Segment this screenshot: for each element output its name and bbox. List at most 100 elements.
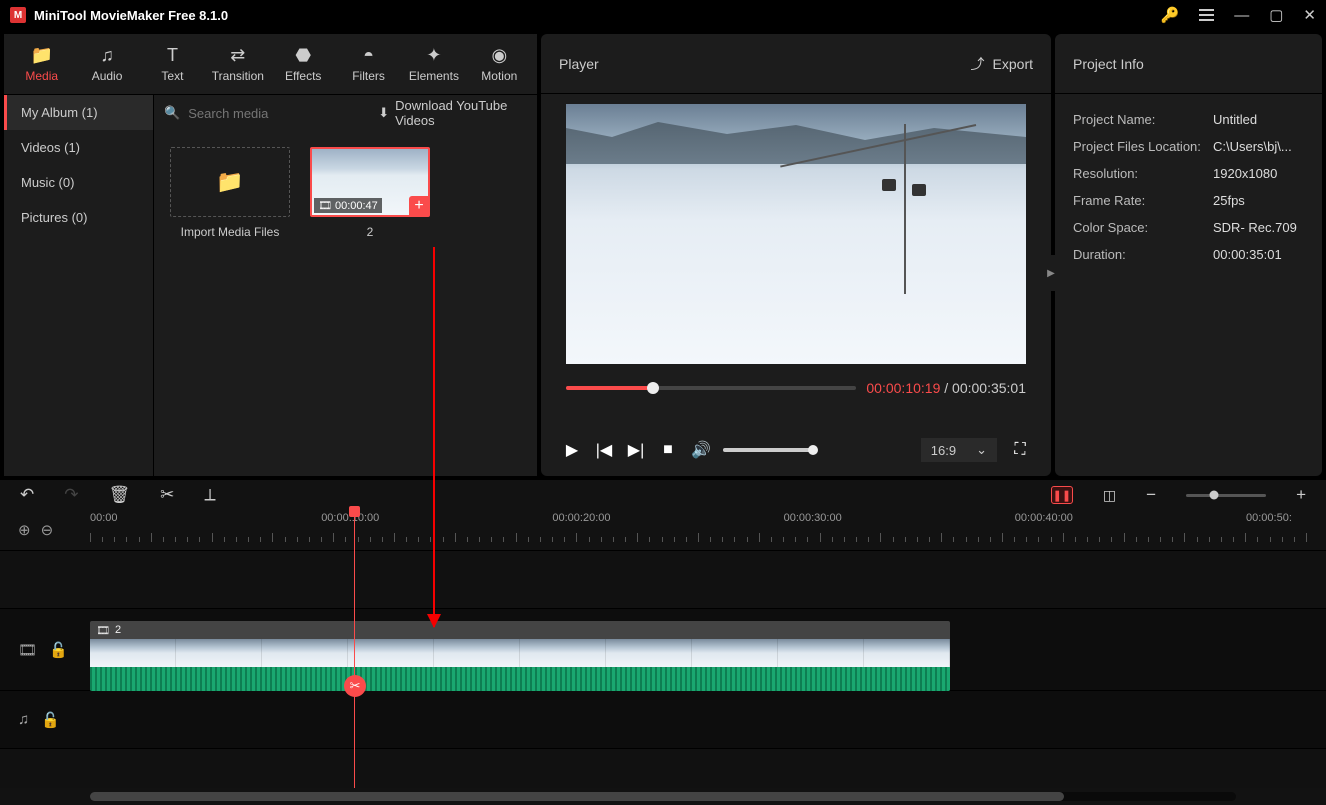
sidebar-item-music[interactable]: Music (0) — [4, 165, 153, 200]
info-value: 1920x1080 — [1213, 166, 1277, 181]
zoom-out-button[interactable]: − — [1146, 485, 1156, 505]
tab-label: Audio — [92, 69, 123, 83]
zoom-in-button[interactable]: + — [1296, 485, 1306, 505]
timeline-toolbar: ↶ ↷ 🗑 ✂ ⟂ ❚❚ ◫ − + — [0, 480, 1326, 510]
info-label: Project Name: — [1073, 112, 1213, 127]
project-info-panel: Project Info Project Name:Untitled Proje… — [1055, 34, 1322, 476]
tab-label: Text — [161, 69, 183, 83]
info-label: Resolution: — [1073, 166, 1213, 181]
volume-icon[interactable]: 🔊 — [691, 440, 709, 460]
motion-icon: ◉ — [491, 45, 507, 65]
info-value: 00:00:35:01 — [1213, 247, 1282, 262]
download-youtube-button[interactable]: ⬇ Download YouTube Videos — [372, 95, 527, 131]
audio-track-icon: ♫ — [18, 711, 29, 728]
aspect-ratio-select[interactable]: 16:9 ⌄ — [921, 438, 997, 462]
tab-media[interactable]: 📁 Media — [9, 40, 74, 88]
play-button[interactable]: ▶ — [563, 440, 581, 460]
text-icon: T — [167, 45, 178, 65]
tab-text[interactable]: T Text — [140, 40, 205, 88]
volume-slider[interactable] — [723, 448, 813, 452]
film-icon: 🎞 — [96, 624, 110, 637]
tab-label: Elements — [409, 69, 459, 83]
autofit-button[interactable]: ◫ — [1103, 487, 1116, 504]
module-tabs: 📁 Media ♫ Audio T Text ⇄ Transition ⬣ Ef… — [4, 34, 537, 94]
stop-button[interactable]: ■ — [659, 441, 677, 459]
folder-icon: 📁 — [216, 169, 243, 195]
sidebar-item-pictures[interactable]: Pictures (0) — [4, 200, 153, 235]
effects-icon: ⬣ — [295, 45, 311, 65]
search-icon: 🔍 — [164, 105, 180, 121]
sidebar-item-videos[interactable]: Videos (1) — [4, 130, 153, 165]
tab-label: Filters — [352, 69, 385, 83]
fullscreen-button[interactable]: ⛶ — [1011, 441, 1029, 459]
sidebar-item-myalbum[interactable]: My Album (1) — [4, 95, 153, 130]
timeline-clip[interactable]: 🎞 2 — [90, 621, 950, 691]
undo-button[interactable]: ↶ — [20, 485, 34, 505]
tab-label: Media — [25, 69, 58, 83]
tab-label: Effects — [285, 69, 321, 83]
search-media-input[interactable] — [188, 106, 364, 121]
clip-duration-badge: 🎞 00:00:47 — [314, 198, 382, 213]
export-button[interactable]: ⤴ Export — [971, 54, 1033, 74]
media-clip-thumbnail[interactable]: 🎞 00:00:47 + — [310, 147, 430, 217]
folder-icon: 📁 — [30, 45, 52, 65]
app-title: MiniTool MovieMaker Free 8.1.0 — [34, 8, 1161, 23]
tab-elements[interactable]: ✦ Elements — [401, 40, 466, 88]
timeline-scrollbar[interactable] — [90, 792, 1236, 801]
filters-icon: ◓ — [363, 45, 374, 65]
audio-track[interactable] — [90, 691, 1326, 748]
clip-name: 2 — [367, 225, 374, 239]
tab-audio[interactable]: ♫ Audio — [74, 40, 139, 88]
playhead[interactable]: ✂ — [354, 510, 355, 788]
info-label: Frame Rate: — [1073, 193, 1213, 208]
next-frame-button[interactable]: ▶| — [627, 440, 645, 460]
remove-track-button[interactable]: ⊖ — [41, 521, 54, 539]
close-button[interactable]: ✕ — [1303, 6, 1316, 24]
tab-motion[interactable]: ◉ Motion — [467, 40, 532, 88]
export-icon: ⤴ — [971, 54, 985, 74]
sidebar-item-label: Pictures (0) — [21, 210, 87, 225]
app-logo-icon: M — [10, 7, 26, 23]
current-time: 00:00:10:19 — [866, 380, 940, 396]
overlay-track[interactable] — [90, 551, 1326, 608]
import-media-button[interactable]: 📁 — [170, 147, 290, 217]
minimize-button[interactable]: — — [1234, 7, 1249, 24]
ruler-label: 00:00:50: — [1246, 512, 1292, 524]
add-to-timeline-button[interactable]: + — [409, 196, 429, 216]
seek-bar[interactable] — [566, 386, 856, 390]
sidebar-item-label: Videos (1) — [21, 140, 80, 155]
redo-button[interactable]: ↷ — [64, 485, 78, 505]
timeline: ↶ ↷ 🗑 ✂ ⟂ ❚❚ ◫ − + ⊕ ⊖ 00:0000:00:10:000… — [0, 480, 1326, 805]
premium-key-icon[interactable]: 🔑 — [1161, 6, 1180, 24]
info-value: SDR- Rec.709 — [1213, 220, 1297, 235]
tab-filters[interactable]: ◓ Filters — [336, 40, 401, 88]
media-category-list: My Album (1) Videos (1) Music (0) Pictur… — [4, 94, 154, 476]
add-track-button[interactable]: ⊕ — [18, 521, 31, 539]
lock-icon[interactable]: 🔓 — [41, 711, 60, 729]
tab-label: Motion — [481, 69, 517, 83]
zoom-slider[interactable] — [1186, 494, 1266, 497]
titlebar: M MiniTool MovieMaker Free 8.1.0 🔑 — ▢ ✕ — [0, 0, 1326, 30]
snap-button[interactable]: ❚❚ — [1051, 486, 1073, 504]
time-ruler[interactable]: 00:0000:00:10:0000:00:20:0000:00:30:0000… — [90, 510, 1326, 550]
tab-effects[interactable]: ⬣ Effects — [271, 40, 336, 88]
video-preview[interactable] — [566, 104, 1026, 364]
download-icon: ⬇ — [378, 105, 389, 121]
lock-icon[interactable]: 🔓 — [49, 641, 68, 659]
menu-icon[interactable] — [1199, 9, 1214, 21]
film-icon: 🎞 — [318, 199, 332, 212]
maximize-button[interactable]: ▢ — [1269, 6, 1283, 24]
ruler-label: 00:00 — [90, 512, 118, 524]
info-label: Color Space: — [1073, 220, 1213, 235]
ruler-label: 00:00:20:00 — [552, 512, 610, 524]
delete-button[interactable]: 🗑 — [109, 485, 131, 505]
crop-button[interactable]: ⟂ — [204, 485, 215, 505]
total-time: 00:00:35:01 — [952, 380, 1026, 396]
tab-transition[interactable]: ⇄ Transition — [205, 40, 270, 88]
split-button[interactable]: ✂ — [160, 485, 174, 505]
info-label: Duration: — [1073, 247, 1213, 262]
info-value: C:\Users\bj\... — [1213, 139, 1292, 154]
collapse-panel-button[interactable]: ▶ — [1045, 255, 1057, 291]
video-track[interactable]: 🎞 2 — [90, 609, 1326, 690]
prev-frame-button[interactable]: |◀ — [595, 440, 613, 460]
